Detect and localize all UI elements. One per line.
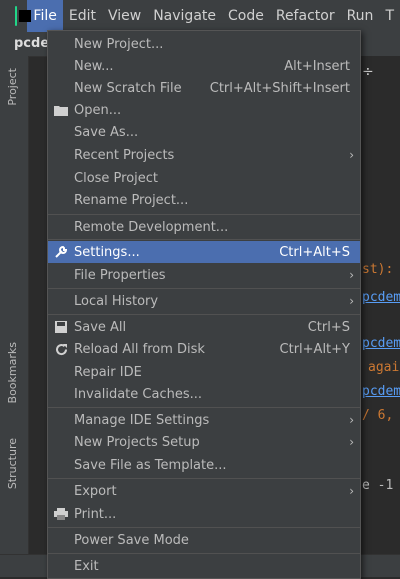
bookmarks-tab[interactable]: Bookmarks bbox=[6, 342, 19, 403]
menu-item-label: Invalidate Caches... bbox=[74, 386, 203, 402]
menu-item-label: New Scratch File bbox=[74, 80, 182, 96]
code-link[interactable]: pcdem bbox=[362, 384, 400, 399]
menu-item-export[interactable]: Export › bbox=[48, 480, 360, 502]
menu-item-save-as[interactable]: Save As... bbox=[48, 121, 360, 143]
menu-tools[interactable]: T bbox=[379, 0, 400, 32]
menu-separator bbox=[48, 407, 360, 408]
menu-item-label: Local History bbox=[74, 293, 159, 309]
menu-item-label: Print... bbox=[74, 506, 117, 522]
menu-item-label: Remote Development... bbox=[74, 219, 229, 235]
chevron-right-icon: › bbox=[349, 148, 354, 162]
menu-item-close-project[interactable]: Close Project bbox=[48, 167, 360, 189]
structure-tab[interactable]: Structure bbox=[6, 438, 19, 489]
menu-item-label: Open... bbox=[74, 102, 122, 118]
menu-item-shortcut: Ctrl+Alt+Y bbox=[279, 341, 350, 357]
app-logo-icon[interactable] bbox=[15, 6, 35, 26]
menu-navigate[interactable]: Navigate bbox=[147, 0, 222, 32]
menu-edit[interactable]: Edit bbox=[63, 0, 102, 32]
menu-item-label: New Projects Setup bbox=[74, 434, 200, 450]
menu-item-label: Close Project bbox=[74, 170, 159, 186]
menu-item-save-file-as-template[interactable]: Save File as Template... bbox=[48, 454, 360, 476]
menu-item-open[interactable]: Open... bbox=[48, 99, 360, 121]
menu-item-shortcut: Alt+Insert bbox=[284, 58, 350, 74]
menu-separator bbox=[48, 478, 360, 479]
split-icon[interactable]: ÷ bbox=[362, 64, 374, 80]
code-snippet: agai bbox=[368, 360, 400, 375]
menu-item-shortcut: Ctrl+Alt+S bbox=[279, 244, 350, 260]
code-link[interactable]: pcdem bbox=[362, 290, 400, 305]
menu-item-print[interactable]: Print... bbox=[48, 503, 360, 525]
menu-item-reload-all[interactable]: Reload All from Disk Ctrl+Alt+Y bbox=[48, 338, 360, 360]
menu-item-repair-ide[interactable]: Repair IDE bbox=[48, 361, 360, 383]
menu-item-label: Save File as Template... bbox=[74, 457, 227, 473]
menu-item-recent-projects[interactable]: Recent Projects › bbox=[48, 144, 360, 166]
chevron-right-icon: › bbox=[349, 268, 354, 282]
menu-file[interactable]: File bbox=[27, 0, 63, 32]
menu-item-label: New... bbox=[74, 58, 114, 74]
menu-item-manage-ide-settings[interactable]: Manage IDE Settings › bbox=[48, 409, 360, 431]
menu-item-new-project[interactable]: New Project... bbox=[48, 33, 360, 55]
folder-icon bbox=[54, 103, 68, 117]
menubar: File Edit View Navigate Code Refactor Ru… bbox=[0, 0, 400, 32]
menu-view[interactable]: View bbox=[102, 0, 147, 32]
menu-item-rename-project[interactable]: Rename Project... bbox=[48, 189, 360, 211]
menu-separator bbox=[48, 288, 360, 289]
project-title: pcde bbox=[14, 36, 50, 51]
menu-item-power-save-mode[interactable]: Power Save Mode bbox=[48, 529, 360, 551]
menu-item-label: File Properties bbox=[74, 267, 166, 283]
menu-item-label: New Project... bbox=[74, 36, 164, 52]
save-icon bbox=[54, 320, 68, 334]
menu-item-label: Manage IDE Settings bbox=[74, 412, 210, 428]
project-tab[interactable]: Project bbox=[6, 68, 19, 106]
menu-item-save-all[interactable]: Save All Ctrl+S bbox=[48, 316, 360, 338]
menu-item-file-properties[interactable]: File Properties › bbox=[48, 264, 360, 286]
code-snippet: st): bbox=[362, 262, 394, 277]
menu-item-label: Power Save Mode bbox=[74, 532, 189, 548]
menu-item-remote-development[interactable]: Remote Development... bbox=[48, 216, 360, 238]
printer-icon bbox=[54, 507, 68, 521]
wrench-icon bbox=[54, 245, 68, 259]
chevron-right-icon: › bbox=[349, 294, 354, 308]
menu-item-label: Rename Project... bbox=[74, 192, 189, 208]
code-link[interactable]: pcdem bbox=[362, 336, 400, 351]
menu-separator bbox=[48, 553, 360, 554]
menu-item-new-scratch-file[interactable]: New Scratch File Ctrl+Alt+Shift+Insert bbox=[48, 77, 360, 99]
menu-item-label: Save As... bbox=[74, 124, 139, 140]
menu-item-new[interactable]: New... Alt+Insert bbox=[48, 55, 360, 77]
menu-separator bbox=[48, 214, 360, 215]
menu-item-label: Settings... bbox=[74, 244, 140, 260]
menu-item-new-projects-setup[interactable]: New Projects Setup › bbox=[48, 431, 360, 453]
menu-code[interactable]: Code bbox=[222, 0, 270, 32]
code-snippet: e -1 bbox=[362, 478, 394, 493]
menu-refactor[interactable]: Refactor bbox=[270, 0, 341, 32]
menu-item-label: Export bbox=[74, 483, 117, 499]
menu-separator bbox=[48, 314, 360, 315]
menu-item-shortcut: Ctrl+Alt+Shift+Insert bbox=[209, 80, 350, 96]
menu-item-invalidate-caches[interactable]: Invalidate Caches... bbox=[48, 383, 360, 405]
chevron-right-icon: › bbox=[349, 484, 354, 498]
menu-separator bbox=[48, 527, 360, 528]
menu-item-shortcut: Ctrl+S bbox=[307, 319, 350, 335]
left-tool-strip: Project Bookmarks Structure bbox=[0, 56, 29, 577]
file-menu-dropdown: New Project... New... Alt+Insert New Scr… bbox=[47, 30, 361, 579]
menu-item-label: Repair IDE bbox=[74, 364, 142, 380]
menu-item-settings[interactable]: Settings... Ctrl+Alt+S bbox=[48, 241, 360, 263]
chevron-right-icon: › bbox=[349, 435, 354, 449]
menu-run[interactable]: Run bbox=[341, 0, 380, 32]
menu-item-local-history[interactable]: Local History › bbox=[48, 290, 360, 312]
menu-item-exit[interactable]: Exit bbox=[48, 555, 360, 577]
menu-item-label: Exit bbox=[74, 558, 99, 574]
menu-item-label: Recent Projects bbox=[74, 147, 175, 163]
reload-icon bbox=[54, 342, 68, 356]
menu-separator bbox=[48, 239, 360, 240]
menu-item-label: Save All bbox=[74, 319, 127, 335]
chevron-right-icon: › bbox=[349, 413, 354, 427]
code-snippet: / 6, bbox=[362, 408, 394, 423]
menu-item-label: Reload All from Disk bbox=[74, 341, 205, 357]
